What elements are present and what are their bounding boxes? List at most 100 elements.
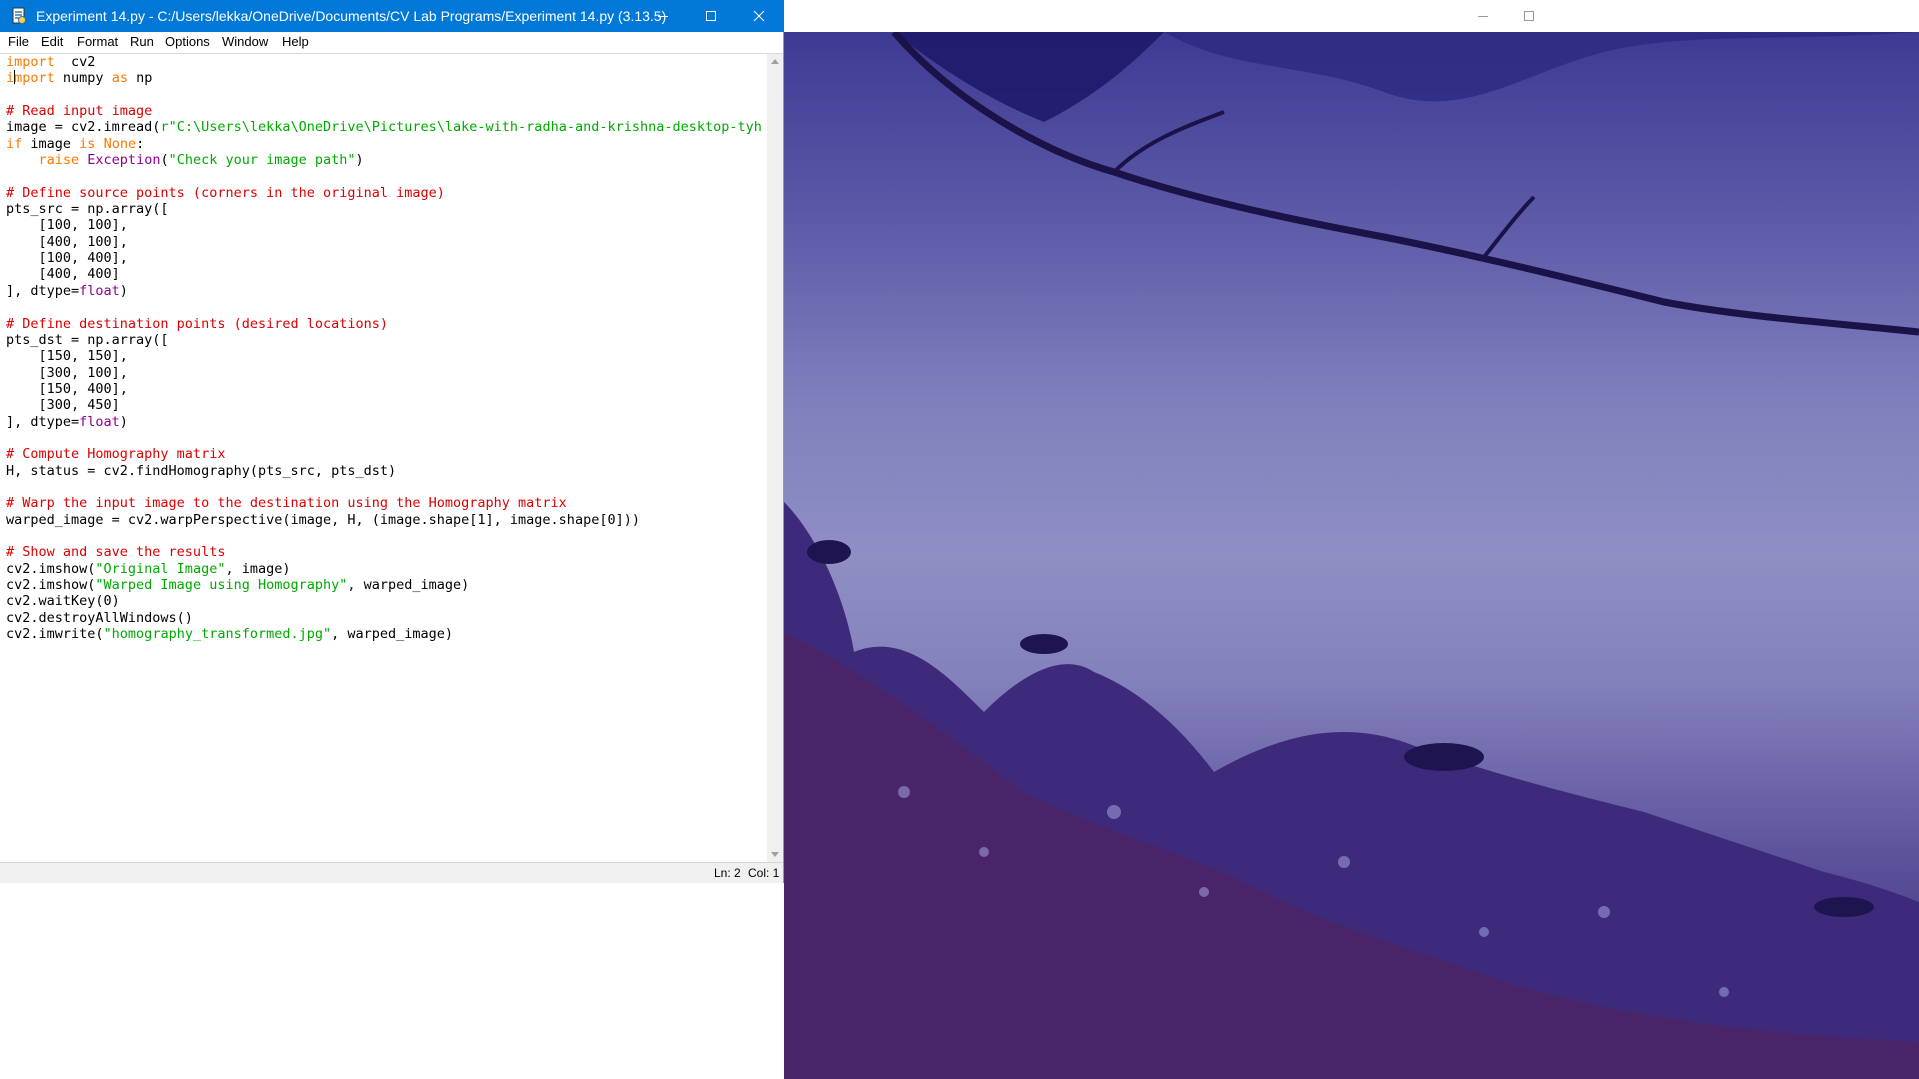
code-token: "homography_transformed.jpg" [103,626,332,643]
code-line[interactable]: cv2.imwrite("homography_transformed.jpg"… [6,626,766,642]
code-token: Exception [87,152,161,169]
idle-editor-window: Experiment 14.py - C:/Users/lekka/OneDri… [0,0,784,1079]
code-token: float [79,413,120,430]
code-line[interactable] [6,299,766,315]
image-minimize-button[interactable] [1460,0,1506,32]
code-token: np [127,70,153,87]
code-token: [400, 100], [6,233,128,250]
code-token: float [79,282,120,299]
scroll-up-icon[interactable] [770,57,780,65]
code-token: [300, 450] [6,397,120,414]
code-token: cv2.destroyAllWindows() [6,609,193,626]
code-token: None [103,135,137,152]
code-token: [150, 150], [6,348,128,365]
code-line[interactable]: [100, 400], [6,250,766,266]
code-token: cv2.waitKey(0) [6,593,120,610]
window-title: Experiment 14.py - C:/Users/lekka/OneDri… [36,8,667,24]
idle-titlebar[interactable]: Experiment 14.py - C:/Users/lekka/OneDri… [0,0,784,32]
code-token: [100, 100], [6,217,128,234]
code-line[interactable]: pts_dst = np.array([ [6,332,766,348]
code-token: [100, 400], [6,250,128,267]
minimize-icon [658,16,668,17]
code-line[interactable]: warped_image = cv2.warpPerspective(image… [6,512,766,528]
code-line[interactable]: ], dtype=float) [6,283,766,299]
code-token: mport [14,70,55,87]
code-token: cv2.imwrite( [6,626,104,643]
code-line[interactable]: [300, 450] [6,397,766,413]
code-token: "Original Image" [95,560,226,577]
image-maximize-button[interactable] [1506,0,1552,32]
code-token: ) [119,413,128,430]
code-token: [300, 100], [6,364,128,381]
menu-window[interactable]: Window [222,32,268,52]
code-token: cv2.imshow( [6,560,96,577]
code-line[interactable]: # Warp the input image to the destinatio… [6,495,766,511]
minimize-button[interactable] [640,0,686,32]
code-line[interactable]: cv2.imshow("Original Image", image) [6,561,766,577]
code-token: if [6,135,23,152]
menu-help[interactable]: Help [282,32,309,52]
code-token: ], dtype= [6,282,80,299]
maximize-button[interactable] [688,0,734,32]
code-line[interactable] [6,528,766,544]
code-line[interactable] [6,430,766,446]
code-token: [400, 400] [6,266,120,283]
menu-format[interactable]: Format [77,32,118,52]
code-token: pts_dst = np.array([ [6,331,169,348]
menu-run[interactable]: Run [130,32,154,52]
vertical-scrollbar[interactable] [767,54,783,862]
menu-bar: File Edit Format Run Options Window Help [0,32,783,54]
maximize-icon [706,11,716,21]
code-token: numpy [54,70,112,87]
code-line[interactable]: ], dtype=float) [6,414,766,430]
code-token: # Warp the input image to the destinatio… [6,495,567,512]
code-line[interactable]: [400, 100], [6,234,766,250]
code-line[interactable]: # Show and save the results [6,544,766,560]
code-line[interactable]: import cv2 [6,54,766,70]
code-line[interactable] [6,479,766,495]
code-editor[interactable]: import cv2 import numpy as np # Read inpu… [0,54,766,862]
code-token: : [136,135,145,152]
code-token: , image) [225,560,291,577]
code-line[interactable]: # Define source points (corners in the o… [6,185,766,201]
code-text[interactable]: import cv2 import numpy as np # Read inpu… [0,54,766,642]
image-window-titlebar[interactable] [784,0,1919,32]
code-token: [150, 400], [6,380,128,397]
warped-image-canvas [784,32,1919,1079]
code-line[interactable]: [300, 100], [6,365,766,381]
code-token: as [111,70,128,87]
code-line[interactable] [6,87,766,103]
code-line[interactable]: if image is None: [6,136,766,152]
code-line[interactable]: # Read input image [6,103,766,119]
menu-options[interactable]: Options [165,32,210,52]
code-line[interactable]: cv2.imshow("Warped Image using Homograph… [6,577,766,593]
code-token: image = cv2.imread( [6,119,161,136]
window-background [0,883,784,1079]
code-line[interactable]: cv2.waitKey(0) [6,593,766,609]
code-token: # Read input image [6,103,153,120]
code-line[interactable]: # Define destination points (desired loc… [6,316,766,332]
code-line[interactable]: image = cv2.imread(r"C:\Users\lekka\OneD… [6,119,766,135]
code-line[interactable]: raise Exception("Check your image path") [6,152,766,168]
code-token: # Define destination points (desired loc… [6,315,389,332]
warped-photo [784,32,1919,1079]
close-button[interactable] [736,0,782,32]
code-token: , warped_image) [331,626,454,643]
menu-edit[interactable]: Edit [41,32,63,52]
code-line[interactable]: pts_src = np.array([ [6,201,766,217]
code-line[interactable]: [150, 150], [6,348,766,364]
code-line[interactable]: [150, 400], [6,381,766,397]
code-line[interactable]: import numpy as np [6,70,766,86]
code-line[interactable]: H, status = cv2.findHomography(pts_src, … [6,463,766,479]
code-line[interactable]: [400, 400] [6,266,766,282]
line-indicator: Ln: 2 [714,866,741,880]
code-token: image [22,135,80,152]
maximize-icon [1524,11,1534,21]
menu-file[interactable]: File [8,32,29,52]
scroll-down-icon[interactable] [770,851,780,859]
code-line[interactable]: [100, 100], [6,217,766,233]
image-window [784,0,1919,1079]
code-line[interactable]: cv2.destroyAllWindows() [6,610,766,626]
code-line[interactable]: # Compute Homography matrix [6,446,766,462]
code-line[interactable] [6,168,766,184]
